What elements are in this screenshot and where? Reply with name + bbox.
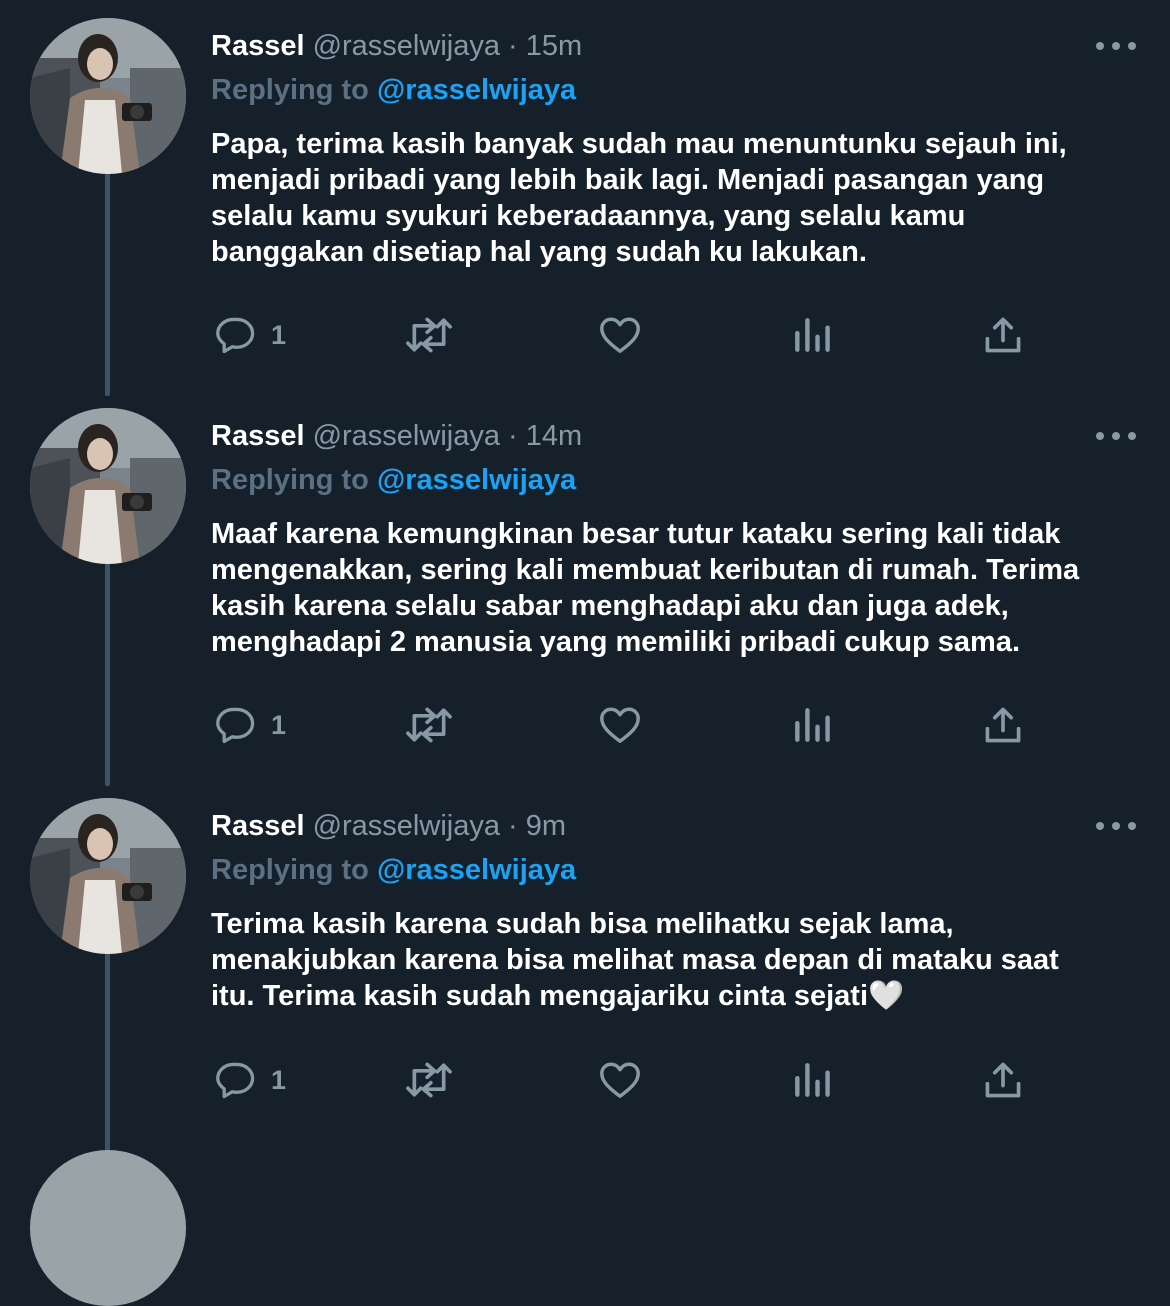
replying-to-link[interactable]: @rasselwijaya (377, 74, 576, 106)
replying-to-link[interactable]: @rasselwijaya (377, 854, 576, 886)
timestamp[interactable]: 15m (526, 30, 582, 62)
avatar[interactable] (30, 18, 186, 174)
share-button[interactable] (981, 310, 1025, 360)
tweet-text: Papa, terima kasih banyak sudah mau menu… (211, 128, 1067, 268)
reply-button[interactable]: 1 (215, 700, 286, 750)
replying-to-link[interactable]: @rasselwijaya (377, 464, 576, 496)
share-icon (985, 317, 1021, 353)
retweet-icon (406, 707, 452, 743)
action-bar: 1 (211, 1055, 1051, 1105)
heart-icon (600, 707, 640, 744)
tweet-header: Rassel @rasselwijaya · 14m (211, 416, 582, 456)
like-button[interactable] (596, 700, 644, 750)
retweet-icon (406, 1062, 452, 1098)
more-icon[interactable] (1096, 30, 1136, 62)
reply-button[interactable]: 1 (215, 310, 286, 360)
avatar-image (30, 798, 186, 954)
avatar-image (30, 18, 186, 174)
retweet-button[interactable] (401, 700, 457, 750)
tweet-header: Rassel @rasselwijaya · 9m (211, 806, 566, 846)
reply-icon (216, 707, 255, 744)
more-icon[interactable] (1096, 810, 1136, 842)
user-handle[interactable]: @rasselwijaya (313, 30, 500, 62)
timestamp[interactable]: 14m (526, 420, 582, 452)
replying-to: Replying to @rasselwijaya (211, 850, 576, 890)
tweet-text: Terima kasih karena sudah bisa melihatku… (211, 908, 1059, 1012)
user-handle[interactable]: @rasselwijaya (313, 420, 500, 452)
replying-to: Replying to @rasselwijaya (211, 70, 576, 110)
analytics-button[interactable] (791, 1055, 833, 1105)
reply-count: 1 (271, 319, 287, 350)
display-name[interactable]: Rassel (211, 810, 305, 842)
reply-button[interactable]: 1 (215, 1055, 286, 1105)
share-icon (985, 1062, 1021, 1098)
avatar[interactable] (30, 798, 186, 954)
replying-to-label: Replying to (211, 464, 369, 496)
separator-dot: · (508, 30, 518, 62)
separator-dot: · (508, 420, 518, 452)
display-name[interactable]: Rassel (211, 30, 305, 62)
more-icon[interactable] (1096, 420, 1136, 452)
reply-count: 1 (271, 1064, 287, 1095)
replying-to: Replying to @rasselwijaya (211, 460, 576, 500)
avatar[interactable] (30, 408, 186, 564)
share-button[interactable] (981, 1055, 1025, 1105)
avatar-image (30, 408, 186, 564)
analytics-icon (795, 708, 830, 742)
display-name[interactable]: Rassel (211, 420, 305, 452)
retweet-icon (406, 317, 452, 353)
replying-to-label: Replying to (211, 854, 369, 886)
like-button[interactable] (596, 310, 644, 360)
user-handle[interactable]: @rasselwijaya (313, 810, 500, 842)
action-bar: 1 (211, 700, 1051, 750)
tweet[interactable]: Rassel @rasselwijaya · 15m Replying to @… (0, 10, 1170, 400)
tweet[interactable]: Rassel @rasselwijaya · 14m Replying to @… (0, 400, 1170, 790)
share-button[interactable] (981, 700, 1025, 750)
tweet-header: Rassel @rasselwijaya · 15m (211, 26, 582, 66)
next-avatar-partial (30, 1150, 186, 1306)
reply-icon (216, 317, 255, 354)
tweet[interactable]: Rassel @rasselwijaya · 9m Replying to @r… (0, 790, 1170, 1180)
analytics-icon (795, 318, 830, 352)
share-icon (985, 707, 1021, 743)
like-button[interactable] (596, 1055, 644, 1105)
analytics-icon (795, 1063, 830, 1097)
reply-icon (216, 1062, 255, 1099)
replying-to-label: Replying to (211, 74, 369, 106)
retweet-button[interactable] (401, 310, 457, 360)
action-bar: 1 (211, 310, 1051, 360)
retweet-button[interactable] (401, 1055, 457, 1105)
timestamp[interactable]: 9m (526, 810, 566, 842)
heart-icon (600, 1062, 640, 1099)
tweet-text: Maaf karena kemungkinan besar tutur kata… (211, 518, 1080, 658)
analytics-button[interactable] (791, 700, 833, 750)
separator-dot: · (508, 810, 518, 842)
reply-count: 1 (271, 709, 287, 740)
analytics-button[interactable] (791, 310, 833, 360)
heart-icon (600, 317, 640, 354)
